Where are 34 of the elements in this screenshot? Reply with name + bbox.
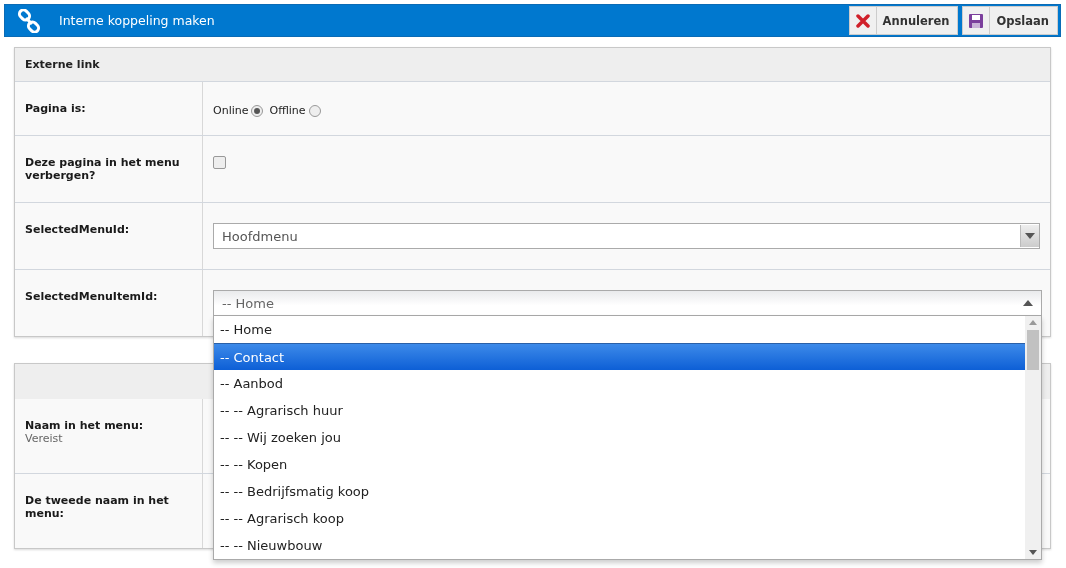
radio-button[interactable]	[251, 104, 264, 117]
required-note: Vereist	[25, 432, 64, 445]
scrollbar[interactable]	[1025, 316, 1041, 559]
dropdown-option[interactable]: -- -- Agrarisch huur	[214, 397, 1025, 424]
field-label: SelectedMenuId:	[25, 223, 131, 236]
chain-link-icon	[17, 8, 41, 33]
select-field[interactable]: -- Home	[213, 290, 1042, 316]
dropdown-option[interactable]: -- -- Agrarisch koop	[214, 505, 1025, 532]
select-field[interactable]: Hoofdmenu	[213, 223, 1040, 249]
radio-label: Offline	[269, 104, 306, 117]
close-icon	[855, 13, 870, 28]
panel-title: Externe link	[25, 58, 100, 71]
field-label: Deze pagina in het menu verbergen?	[25, 156, 181, 182]
field-label: De tweede naam in het menu:	[25, 494, 170, 520]
dropdown-option[interactable]: -- -- Nieuwbouw	[214, 532, 1025, 559]
field-label: Naam in het menu:	[25, 419, 145, 432]
cancel-button[interactable]: Annuleren	[848, 6, 959, 35]
scrollbar-thumb[interactable]	[1027, 330, 1039, 370]
dropdown-option[interactable]: -- -- Wij zoeken jou	[214, 424, 1025, 451]
caret-icon	[1025, 233, 1035, 239]
save-button[interactable]: Opslaan	[962, 6, 1058, 35]
radio-label: Online	[213, 104, 249, 117]
radio-button[interactable]	[308, 104, 321, 117]
dropdown-option[interactable]: -- Home	[214, 316, 1025, 343]
field-label: SelectedMenuItemId:	[25, 290, 159, 303]
dropdown-option[interactable]: -- -- Bedrijfsmatig koop	[214, 478, 1025, 505]
checkbox[interactable]	[213, 156, 226, 169]
window-title: Interne koppeling maken	[59, 13, 215, 28]
scroll-up-icon[interactable]	[1029, 320, 1037, 325]
dropdown-option[interactable]: -- Aanbod	[214, 370, 1025, 397]
dropdown-option[interactable]: -- Contact	[214, 343, 1025, 370]
dropdown-option[interactable]: -- -- Kopen	[214, 451, 1025, 478]
field-label: Pagina is:	[25, 102, 87, 115]
caret-icon	[1023, 300, 1033, 306]
